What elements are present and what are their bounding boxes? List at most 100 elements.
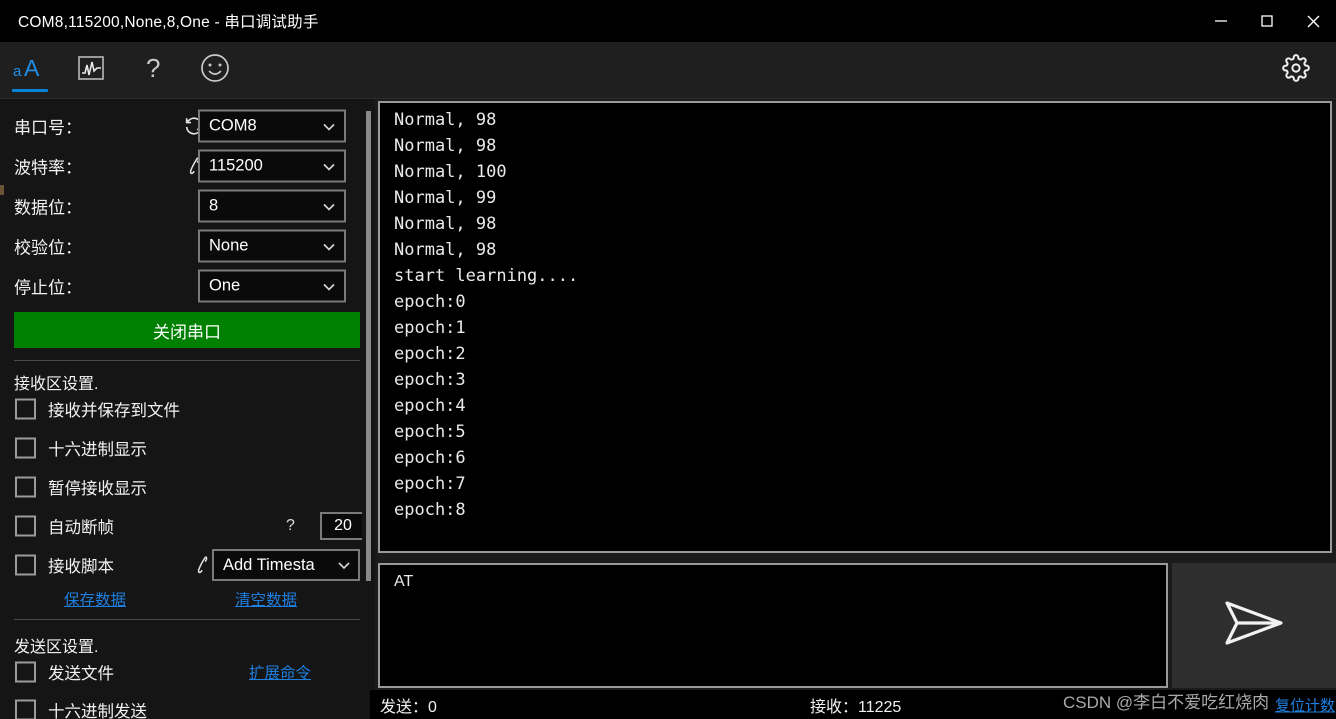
checkbox-pause-display[interactable] [15, 476, 36, 498]
chevron-down-icon [314, 158, 344, 174]
minimize-button[interactable] [1198, 0, 1244, 42]
receive-lines-container: Normal, 98 Normal, 98 Normal, 100 Normal, 9… [380, 103, 1330, 523]
label-hex-display: 十六进制显示 [48, 441, 147, 459]
receive-line: Normal, 99 [394, 188, 497, 208]
receive-text-area[interactable]: Normal, 98 Normal, 98 Normal, 100 Normal, 9… [378, 101, 1332, 553]
send-paper-plane-icon [1219, 595, 1289, 656]
checkbox-row-send-file[interactable]: 发送文件 扩展命令 [14, 655, 360, 689]
receive-line: epoch:0 [394, 292, 466, 312]
row-baud-rate: 波特率： 115200 [14, 146, 346, 186]
checkbox-auto-frame[interactable] [15, 515, 36, 537]
receive-script-select[interactable]: Add Timesta [212, 549, 360, 581]
label-save-to-file: 接收并保存到文件 [48, 402, 180, 420]
toolbar: a A ? [0, 42, 1336, 99]
label-baud-rate: 波特率： [14, 158, 82, 178]
receive-line: epoch:2 [394, 344, 466, 364]
font-size-icon: a A [13, 55, 47, 86]
receive-line: Normal, 98 [394, 214, 497, 234]
maximize-button[interactable] [1244, 0, 1290, 42]
checkbox-send-file[interactable] [15, 661, 36, 683]
label-hex-send: 十六进制发送 [48, 703, 147, 719]
checkbox-save-to-file[interactable] [15, 398, 36, 420]
row-serial-port: 串口号： COM8 [14, 106, 346, 146]
parity-select[interactable]: None [198, 229, 346, 263]
auto-frame-timeout-input[interactable]: 20 [320, 512, 366, 540]
chevron-down-icon [330, 557, 358, 573]
label-pause-display: 暂停接收显示 [48, 480, 147, 498]
close-serial-port-button[interactable]: 关闭串口 [14, 312, 360, 348]
svg-text:A: A [24, 55, 40, 81]
chevron-down-icon [314, 238, 344, 254]
title-bar: COM8,115200,None,8,One - 串口调试助手 [0, 0, 1336, 42]
baud-rate-select[interactable]: 115200 [198, 149, 346, 183]
receive-line: epoch:8 [394, 500, 466, 520]
receive-script-value: Add Timesta [223, 555, 315, 574]
checkbox-row-receive-script[interactable]: 接收脚本 Add Timesta [14, 548, 360, 582]
sidebar-scrollbar[interactable] [362, 99, 375, 719]
waveform-plot-icon-button[interactable] [60, 42, 122, 99]
send-button[interactable] [1172, 563, 1336, 688]
checkbox-row-hex-display[interactable]: 十六进制显示 [14, 431, 360, 465]
status-received-count: 接收：11225 [810, 698, 902, 716]
receive-line: epoch:7 [394, 474, 466, 494]
help-question-icon-button[interactable]: ? [122, 42, 184, 99]
extend-command-link[interactable]: 扩展命令 [249, 661, 311, 683]
checkbox-hex-display[interactable] [15, 437, 36, 459]
settings-button[interactable] [1268, 42, 1324, 99]
receive-line: epoch:6 [394, 448, 466, 468]
serial-port-value: COM8 [209, 116, 257, 135]
waveform-plot-icon [77, 54, 105, 87]
row-stop-bits: 停止位： One [14, 266, 346, 306]
data-bits-value: 8 [209, 196, 219, 215]
receive-line: start learning.... [394, 266, 579, 286]
chevron-down-icon [314, 278, 344, 294]
serial-port-select[interactable]: COM8 [198, 109, 346, 143]
reset-counter-link[interactable]: 复位计数 [1275, 694, 1335, 715]
svg-text:?: ? [146, 53, 160, 83]
sidebar-scrollbar-thumb[interactable] [366, 111, 371, 581]
save-data-link[interactable]: 保存数据 [64, 588, 126, 610]
stop-bits-value: One [209, 276, 241, 295]
receive-line: epoch:5 [394, 422, 466, 442]
label-parity: 校验位： [14, 238, 82, 258]
send-text-value: AT [394, 573, 414, 590]
divider-send [14, 619, 360, 620]
parity-value: None [209, 236, 249, 255]
label-auto-frame: 自动断帧 [48, 519, 114, 537]
window-title: COM8,115200,None,8,One - 串口调试助手 [18, 14, 319, 31]
label-data-bits: 数据位： [14, 198, 82, 218]
help-question-icon: ? [140, 53, 166, 88]
checkbox-row-pause-display[interactable]: 暂停接收显示 [14, 470, 360, 504]
send-text-area[interactable]: AT [378, 563, 1168, 688]
label-stop-bits: 停止位： [14, 278, 82, 298]
settings-sidebar: 串口号： COM8 波特率： 115200 数据位： 8 校验位： None 停… [0, 99, 366, 719]
smiley-face-icon-button[interactable] [184, 42, 246, 99]
data-bits-select[interactable]: 8 [198, 189, 346, 223]
label-send-file: 发送文件 [48, 665, 114, 683]
window-controls [1198, 0, 1336, 42]
checkbox-row-hex-send[interactable]: 十六进制发送 [14, 693, 360, 719]
checkbox-row-auto-frame[interactable]: 自动断帧 ? 20 [14, 509, 366, 543]
status-sent-count: 发送：0 [380, 698, 437, 716]
send-section-title: 发送区设置. [14, 639, 99, 656]
close-button[interactable] [1290, 0, 1336, 42]
clear-data-link[interactable]: 清空数据 [235, 588, 297, 610]
auto-frame-help-icon[interactable]: ? [286, 517, 295, 535]
receive-line: Normal, 98 [394, 110, 497, 130]
chevron-down-icon [314, 198, 344, 214]
checkbox-row-save-to-file[interactable]: 接收并保存到文件 [14, 392, 360, 426]
chevron-down-icon [314, 118, 344, 134]
font-size-icon-button[interactable]: a A [0, 42, 60, 99]
gear-icon [1282, 54, 1310, 87]
receive-line: epoch:3 [394, 370, 466, 390]
stop-bits-select[interactable]: One [198, 269, 346, 303]
sidebar-edge-marker [0, 185, 4, 195]
receive-line: epoch:4 [394, 396, 466, 416]
label-serial-port: 串口号： [14, 118, 82, 138]
receive-line: Normal, 100 [394, 162, 507, 182]
checkbox-hex-send[interactable] [15, 699, 36, 719]
row-data-bits: 数据位： 8 [14, 186, 346, 226]
serial-assistant-window: COM8,115200,None,8,One - 串口调试助手 a A ? 串口… [0, 0, 1336, 719]
checkbox-receive-script[interactable] [15, 554, 36, 576]
svg-text:a: a [13, 63, 22, 80]
